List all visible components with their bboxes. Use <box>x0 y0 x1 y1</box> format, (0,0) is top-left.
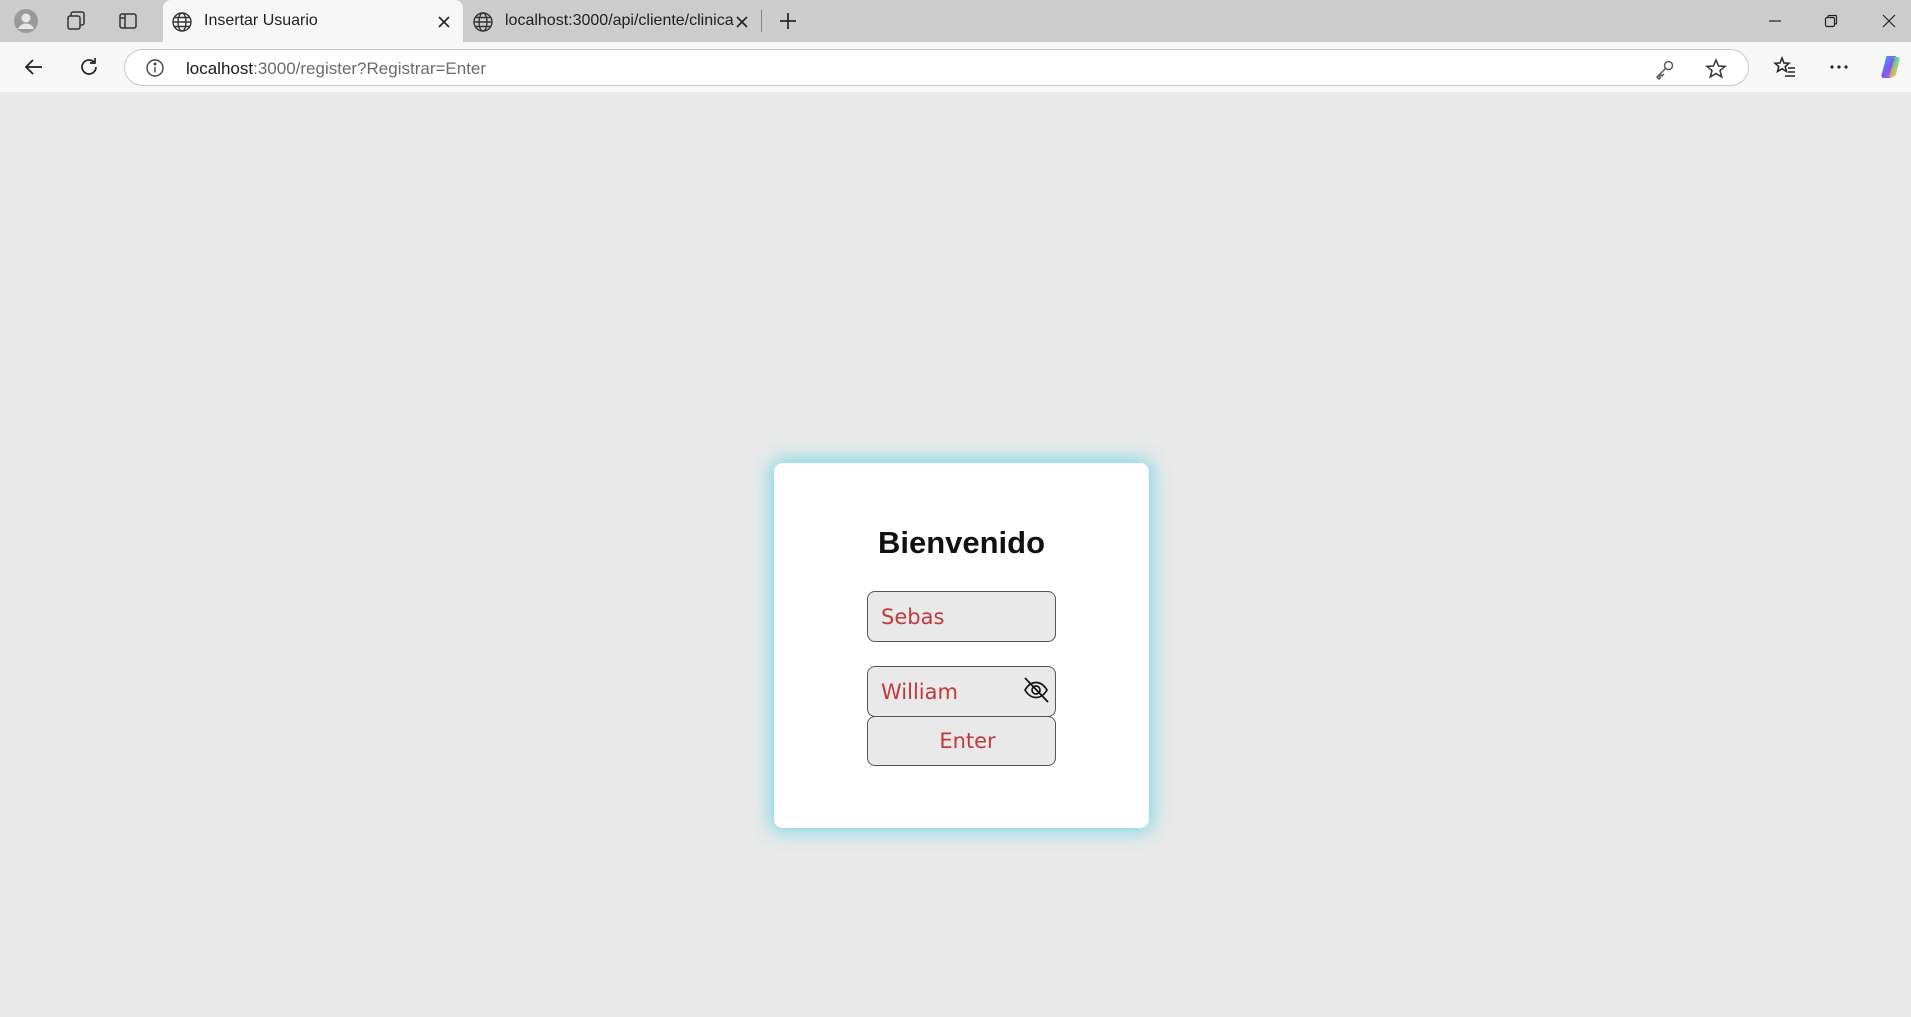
close-tab-icon[interactable] <box>433 11 455 33</box>
copilot-icon[interactable] <box>1874 51 1908 83</box>
tab-title: localhost:3000/api/cliente/clinica <box>505 12 734 29</box>
workspaces-icon[interactable] <box>62 8 90 34</box>
back-arrow-icon[interactable] <box>17 51 51 83</box>
login-card: Bienvenido Enter <box>774 463 1149 828</box>
browser-toolbar: localhost:3000/register?Registrar=Enter <box>0 42 1911 92</box>
enter-button[interactable]: Enter <box>867 716 1056 766</box>
tab-separator <box>761 10 762 32</box>
globe-icon <box>171 11 193 33</box>
vertical-tabs-icon[interactable] <box>114 8 142 34</box>
new-tab-icon[interactable] <box>774 8 802 34</box>
eye-slash-icon[interactable] <box>1021 675 1051 705</box>
refresh-icon[interactable] <box>72 51 106 83</box>
profile-icon[interactable] <box>12 8 40 34</box>
tab-insertar-usuario[interactable]: Insertar Usuario <box>163 0 463 42</box>
tab-title: Insertar Usuario <box>204 12 318 29</box>
url-text[interactable]: localhost:3000/register?Registrar=Enter <box>186 59 486 79</box>
favorites-icon[interactable] <box>1768 51 1802 83</box>
page-viewport: Bienvenido Enter <box>2 92 1909 1015</box>
close-window-icon[interactable] <box>1861 0 1911 42</box>
address-bar[interactable]: localhost:3000/register?Registrar=Enter <box>124 49 1749 86</box>
minimize-icon[interactable] <box>1747 0 1803 42</box>
more-icon[interactable] <box>1822 51 1856 83</box>
url-path: :3000/register?Registrar=Enter <box>253 59 487 78</box>
info-icon[interactable] <box>145 58 165 78</box>
restore-icon[interactable] <box>1803 0 1859 42</box>
tab-api-cliente-clinica[interactable]: localhost:3000/api/cliente/clinica <box>464 0 761 42</box>
close-tab-icon[interactable] <box>731 11 753 33</box>
username-input[interactable] <box>867 591 1056 642</box>
star-icon[interactable] <box>1704 57 1728 81</box>
url-host: localhost <box>186 59 254 78</box>
browser-tab-strip: Insertar Usuario localhost:3000/api/clie… <box>0 0 1911 42</box>
globe-icon <box>472 11 494 33</box>
key-icon[interactable] <box>1654 58 1676 80</box>
page-title: Bienvenido <box>877 525 1046 560</box>
